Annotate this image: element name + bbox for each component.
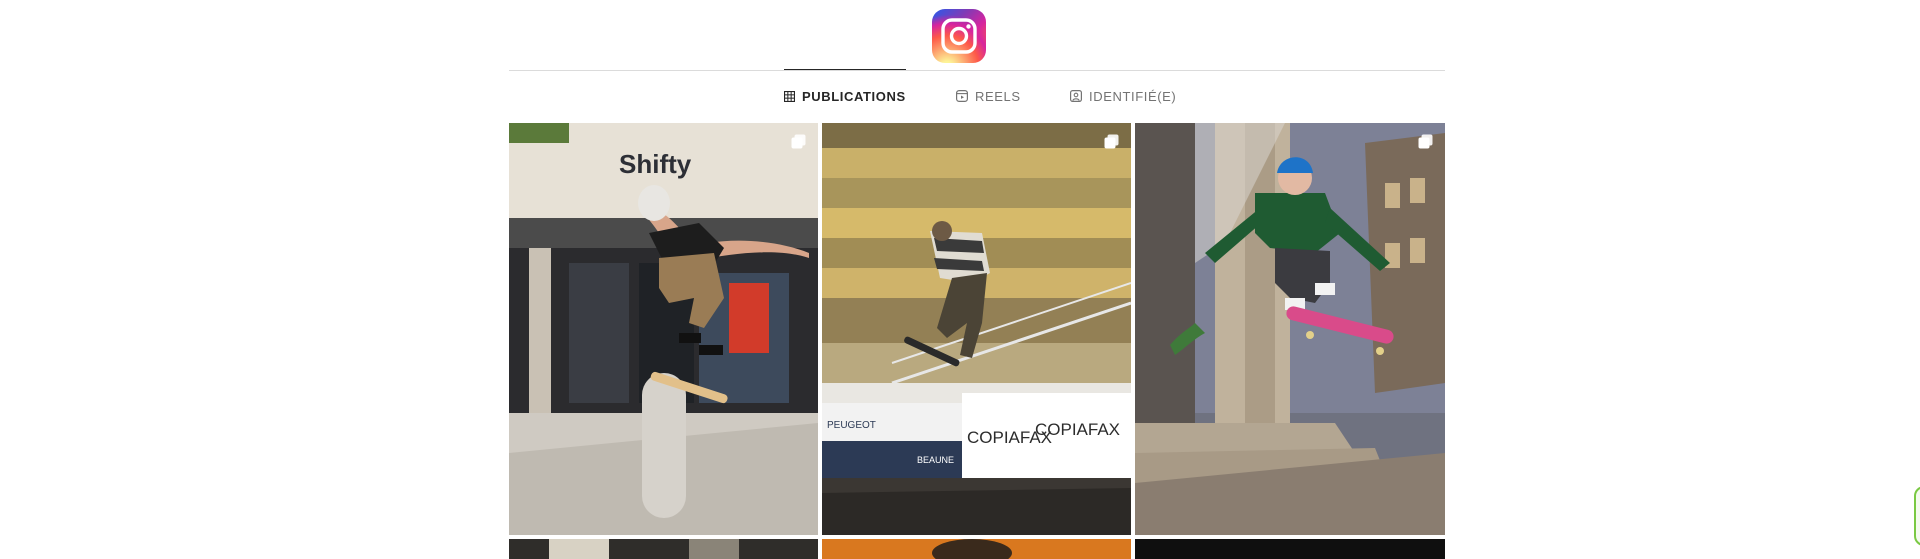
multiple-posts-icon [791, 134, 806, 149]
post-photo-skater-shop: Shifty [509, 123, 818, 535]
svg-text:Shifty: Shifty [619, 149, 692, 179]
side-widget-tab[interactable] [1914, 486, 1920, 546]
svg-text:BEAUNE: BEAUNE [917, 455, 954, 465]
tab-label: IDENTIFIÉ(E) [1089, 88, 1177, 104]
post-tile[interactable] [822, 539, 1131, 559]
multiple-posts-icon [1418, 134, 1433, 149]
post-tile[interactable] [1135, 539, 1445, 559]
tab-label: REELS [975, 88, 1021, 104]
grid-icon [784, 90, 795, 102]
post-tile[interactable]: PEUGEOT BEAUNE COPIAFAX COPIAFAX [822, 123, 1131, 535]
tab-tagged[interactable]: IDENTIFIÉ(E) [1070, 70, 1176, 122]
tab-publications[interactable]: PUBLICATIONS [784, 69, 906, 122]
post-tile[interactable] [509, 539, 818, 559]
post-photo-skater-column [1135, 123, 1445, 535]
profile-content: PUBLICATIONS REELS IDENTIFIÉ(E) Shifty P… [509, 0, 1445, 559]
instagram-logo-icon[interactable] [932, 9, 986, 63]
reels-icon [956, 90, 968, 102]
post-tile[interactable]: Shifty [509, 123, 818, 535]
post-photo-orange [822, 539, 1131, 559]
multiple-posts-icon [1104, 134, 1119, 149]
tagged-icon [1070, 90, 1082, 102]
profile-tabs: PUBLICATIONS REELS IDENTIFIÉ(E) [509, 69, 1445, 122]
post-photo-dark [509, 539, 818, 559]
tab-label: PUBLICATIONS [802, 88, 906, 104]
post-photo-black [1135, 539, 1445, 559]
svg-text:PEUGEOT: PEUGEOT [827, 420, 876, 431]
post-tile[interactable] [1135, 123, 1445, 535]
tab-reels[interactable]: REELS [956, 70, 1021, 122]
post-photo-skater-stairs: PEUGEOT BEAUNE COPIAFAX COPIAFAX [822, 123, 1131, 535]
svg-text:COPIAFAX: COPIAFAX [1035, 420, 1120, 439]
